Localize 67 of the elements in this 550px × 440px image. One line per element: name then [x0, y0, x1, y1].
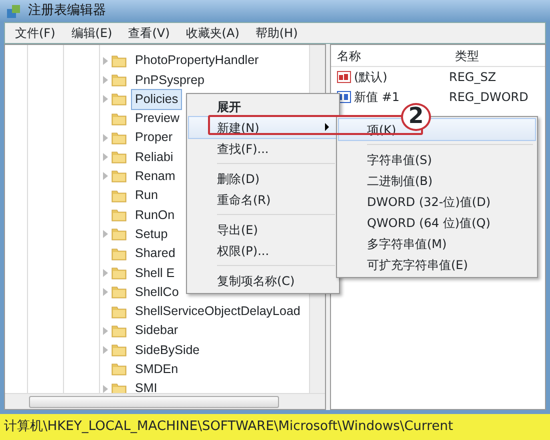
folder-icon	[111, 92, 127, 106]
folder-icon	[111, 382, 127, 393]
menu-item[interactable]: 导出(E)	[189, 219, 337, 240]
menu-item[interactable]: 字符串值(S)	[339, 149, 535, 170]
tree-item[interactable]: Shared	[131, 243, 180, 264]
folder-icon	[111, 343, 127, 358]
menu-item[interactable]: 查找(F)...	[189, 138, 337, 159]
folder-icon	[111, 150, 127, 164]
tree-item[interactable]: PnPSysprep	[131, 70, 208, 90]
tree-item[interactable]: Sidebar	[131, 320, 182, 342]
menu-item[interactable]: 多字符串值(M)	[339, 233, 535, 254]
tree-item[interactable]: Preview	[131, 108, 184, 129]
folder-icon	[111, 72, 127, 87]
menu-item[interactable]: 二进制值(B)	[339, 170, 535, 191]
value-type: REG_DWORD	[449, 89, 528, 106]
status-bar-path: 计算机\HKEY_LOCAL_MACHINE\SOFTWARE\Microsoft\Windows\Current	[4, 418, 454, 436]
column-header[interactable]: 名称	[331, 46, 449, 64]
horizontal-scrollbar[interactable]	[5, 393, 325, 409]
value-name[interactable]: 新值 #1	[354, 88, 400, 106]
tree-item[interactable]: ShellServiceObjectDelayLoad	[131, 301, 304, 322]
folder-icon	[111, 208, 127, 222]
folder-icon	[111, 304, 127, 318]
folder-icon	[111, 130, 127, 145]
registry-icon	[6, 3, 22, 19]
menu-item[interactable]: QWORD (64 位)值(Q)	[339, 212, 535, 233]
menu-item[interactable]: 可扩充字符串值(E)	[339, 254, 535, 275]
window-title: 注册表编辑器	[28, 2, 106, 20]
menu-item[interactable]: 展开	[189, 96, 337, 117]
tree-item[interactable]: SMI	[131, 378, 162, 393]
folder-icon	[111, 188, 127, 203]
tree-item[interactable]: Renam	[131, 166, 180, 187]
tree-item[interactable]: SMDEn	[131, 359, 182, 380]
value-name[interactable]: (默认)	[354, 68, 388, 86]
submenu-arrow-icon	[325, 123, 329, 131]
column-header[interactable]: 类型	[449, 46, 479, 64]
folder-icon	[111, 54, 127, 68]
menu-item[interactable]: 删除(D)	[189, 168, 337, 189]
string-value-icon	[337, 70, 351, 84]
menu-item[interactable]: 编辑(E)	[65, 24, 118, 42]
menu-item[interactable]: 查看(V)	[122, 24, 176, 42]
tree-item[interactable]: RunOn	[131, 204, 179, 226]
menu-item[interactable]: 文件(F)	[9, 24, 62, 42]
folder-icon	[111, 169, 127, 184]
tree-item[interactable]: PhotoPropertyHandler	[131, 50, 263, 72]
tree-item[interactable]: SideBySide	[131, 340, 204, 360]
folder-icon	[111, 362, 127, 376]
folder-icon	[111, 112, 127, 126]
tree-item[interactable]: Proper	[131, 127, 177, 148]
folder-icon	[111, 285, 127, 300]
tree-item[interactable]: Setup	[131, 224, 172, 245]
value-type: REG_SZ	[449, 69, 496, 86]
menu-item[interactable]: 复制项名称(C)	[189, 270, 337, 291]
tree-item[interactable]: Run	[131, 185, 162, 206]
tree-item[interactable]: Shell E	[131, 262, 179, 284]
menu-item[interactable]: 重命名(R)	[189, 189, 337, 210]
tree-item[interactable]: Policies	[131, 88, 182, 110]
menu-item[interactable]: 新建(N)	[189, 117, 337, 138]
tree-item[interactable]: ShellCo	[131, 282, 183, 303]
folder-icon	[111, 324, 127, 338]
menu-item[interactable]: 权限(P)...	[189, 240, 337, 261]
folder-icon	[111, 246, 127, 261]
folder-icon	[111, 266, 127, 280]
menu-item[interactable]: 帮助(H)	[249, 24, 304, 42]
menu-item[interactable]: DWORD (32-位)值(D)	[339, 191, 535, 212]
menu-item[interactable]: 收藏夹(A)	[180, 24, 246, 42]
tree-item[interactable]: Reliabi	[131, 146, 178, 168]
folder-icon	[111, 227, 127, 242]
